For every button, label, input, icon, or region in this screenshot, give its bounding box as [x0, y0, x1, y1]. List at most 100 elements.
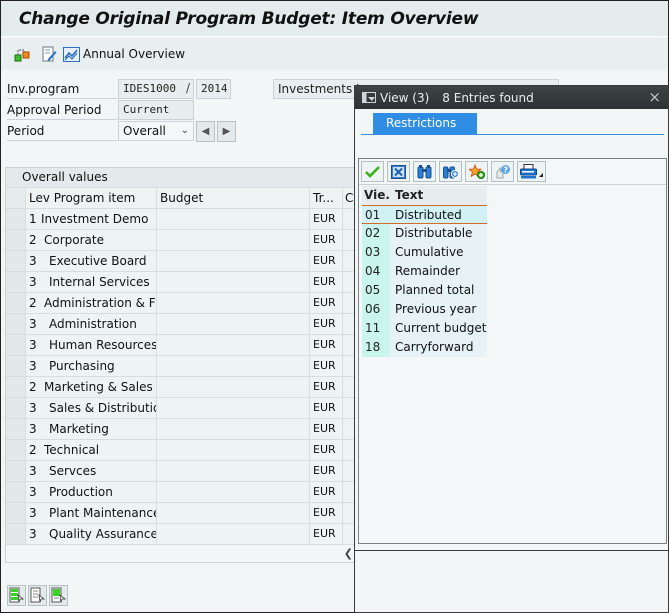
- dropdown-triangle-icon[interactable]: [539, 173, 543, 177]
- print-button[interactable]: [517, 161, 546, 182]
- table-row[interactable]: 3 Sales & Distribution EUR: [6, 398, 356, 419]
- row-selector[interactable]: [6, 230, 26, 250]
- budget-cell[interactable]: [157, 398, 310, 418]
- row-selector[interactable]: [6, 356, 26, 376]
- close-icon[interactable]: ×: [648, 88, 661, 106]
- select-all-cell[interactable]: [6, 188, 26, 208]
- table-row[interactable]: 3 Executive Board EUR: [6, 251, 356, 272]
- table-row[interactable]: 2 Corporate EUR: [6, 230, 356, 251]
- find-next-button[interactable]: [439, 161, 462, 182]
- column-header-transaction-currency[interactable]: Tr...: [310, 188, 343, 208]
- table-row[interactable]: 3 Plant Maintenance EUR: [6, 503, 356, 524]
- table-row[interactable]: 3 Quality Assurance EUR: [6, 524, 356, 545]
- period-select[interactable]: Overall ⌄: [118, 121, 194, 141]
- program-item-cell[interactable]: 3 Production: [26, 482, 157, 502]
- list-item[interactable]: 04 Remainder: [362, 262, 487, 281]
- row-selector[interactable]: [6, 461, 26, 481]
- year-field[interactable]: 2014: [196, 79, 231, 99]
- program-item-cell[interactable]: 3 Plant Maintenance: [26, 503, 157, 523]
- budget-cell[interactable]: [157, 377, 310, 397]
- find-button[interactable]: [413, 161, 436, 182]
- confirm-button[interactable]: [361, 161, 384, 182]
- edit-icon[interactable]: [41, 46, 57, 62]
- select-block-button[interactable]: [49, 585, 68, 606]
- budget-cell[interactable]: [157, 524, 310, 544]
- tab-restrictions[interactable]: Restrictions: [373, 113, 477, 135]
- scroll-left-icon[interactable]: ❮: [344, 547, 353, 560]
- row-selector[interactable]: [6, 272, 26, 292]
- budget-cell[interactable]: [157, 335, 310, 355]
- deselect-all-button[interactable]: [28, 585, 47, 606]
- dialog-title-bar[interactable]: View (3) 8 Entries found ×: [355, 86, 668, 109]
- row-selector[interactable]: [6, 398, 26, 418]
- row-selector[interactable]: [6, 293, 26, 313]
- table-row[interactable]: 2 Technical EUR: [6, 440, 356, 461]
- budget-cell[interactable]: [157, 503, 310, 523]
- program-item-cell[interactable]: 3 Purchasing: [26, 356, 157, 376]
- program-item-cell[interactable]: 3 Sales & Distribution: [26, 398, 157, 418]
- budget-cell[interactable]: [157, 251, 310, 271]
- table-row[interactable]: 3 Purchasing EUR: [6, 356, 356, 377]
- row-selector[interactable]: [6, 503, 26, 523]
- budget-cell[interactable]: [157, 230, 310, 250]
- budget-cell[interactable]: [157, 293, 310, 313]
- previous-period-button[interactable]: ◀: [196, 121, 215, 142]
- list-item[interactable]: 02 Distributable: [362, 224, 487, 243]
- program-item-cell[interactable]: 3 Quality Assurance: [26, 524, 157, 544]
- list-item[interactable]: 03 Cumulative: [362, 243, 487, 262]
- budget-cell[interactable]: [157, 272, 310, 292]
- column-header-program-item[interactable]: Lev Program item: [26, 188, 157, 208]
- column-header-budget[interactable]: Budget: [157, 188, 310, 208]
- inv-program-field[interactable]: IDES1000: [118, 79, 194, 99]
- budget-cell[interactable]: [157, 356, 310, 376]
- approval-period-field[interactable]: Current: [118, 100, 194, 120]
- row-selector[interactable]: [6, 335, 26, 355]
- column-header-view[interactable]: Vie...: [362, 186, 390, 205]
- table-row[interactable]: 3 Production EUR: [6, 482, 356, 503]
- table-row[interactable]: 2 Administration & Fi... EUR: [6, 293, 356, 314]
- budget-cell[interactable]: [157, 419, 310, 439]
- program-item-cell[interactable]: 2 Administration & Fi...: [26, 293, 157, 313]
- table-row[interactable]: 3 Administration EUR: [6, 314, 356, 335]
- table-row[interactable]: 3 Servces EUR: [6, 461, 356, 482]
- help-button[interactable]: ?: [491, 161, 514, 182]
- table-row[interactable]: 3 Internal Services EUR: [6, 272, 356, 293]
- row-selector[interactable]: [6, 377, 26, 397]
- row-selector[interactable]: [6, 419, 26, 439]
- program-item-cell[interactable]: 2 Corporate: [26, 230, 157, 250]
- budget-cell[interactable]: [157, 209, 310, 229]
- table-row[interactable]: 1 Investment Demo EUR: [6, 209, 356, 230]
- list-item[interactable]: 05 Planned total: [362, 281, 487, 300]
- row-selector[interactable]: [6, 209, 26, 229]
- row-selector[interactable]: [6, 440, 26, 460]
- list-item[interactable]: 11 Current budget: [362, 319, 487, 338]
- row-selector[interactable]: [6, 482, 26, 502]
- add-to-favorites-button[interactable]: [465, 161, 488, 182]
- budget-cell[interactable]: [157, 440, 310, 460]
- row-selector[interactable]: [6, 524, 26, 544]
- program-item-cell[interactable]: 3 Human Resources: [26, 335, 157, 355]
- program-item-cell[interactable]: 1 Investment Demo: [26, 209, 157, 229]
- table-row[interactable]: 3 Human Resources EUR: [6, 335, 356, 356]
- program-item-cell[interactable]: 2 Technical: [26, 440, 157, 460]
- program-item-cell[interactable]: 2 Marketing & Sales: [26, 377, 157, 397]
- table-row[interactable]: 2 Marketing & Sales EUR: [6, 377, 356, 398]
- budget-cell[interactable]: [157, 482, 310, 502]
- program-item-cell[interactable]: 3 Servces: [26, 461, 157, 481]
- row-selector[interactable]: [6, 251, 26, 271]
- row-selector[interactable]: [6, 314, 26, 334]
- program-item-cell[interactable]: 3 Administration: [26, 314, 157, 334]
- budget-cell[interactable]: [157, 314, 310, 334]
- cancel-button[interactable]: [387, 161, 410, 182]
- table-row[interactable]: 3 Marketing EUR: [6, 419, 356, 440]
- budget-cell[interactable]: [157, 461, 310, 481]
- column-header-text[interactable]: Text: [390, 186, 423, 205]
- select-all-button[interactable]: [7, 585, 26, 606]
- list-item[interactable]: 01 Distributed: [362, 205, 487, 224]
- annual-overview-button[interactable]: Annual Overview: [63, 44, 185, 64]
- hierarchy-icon[interactable]: [14, 46, 30, 62]
- list-item[interactable]: 18 Carryforward: [362, 338, 487, 357]
- program-item-cell[interactable]: 3 Executive Board: [26, 251, 157, 271]
- list-item[interactable]: 06 Previous year: [362, 300, 487, 319]
- program-item-cell[interactable]: 3 Marketing: [26, 419, 157, 439]
